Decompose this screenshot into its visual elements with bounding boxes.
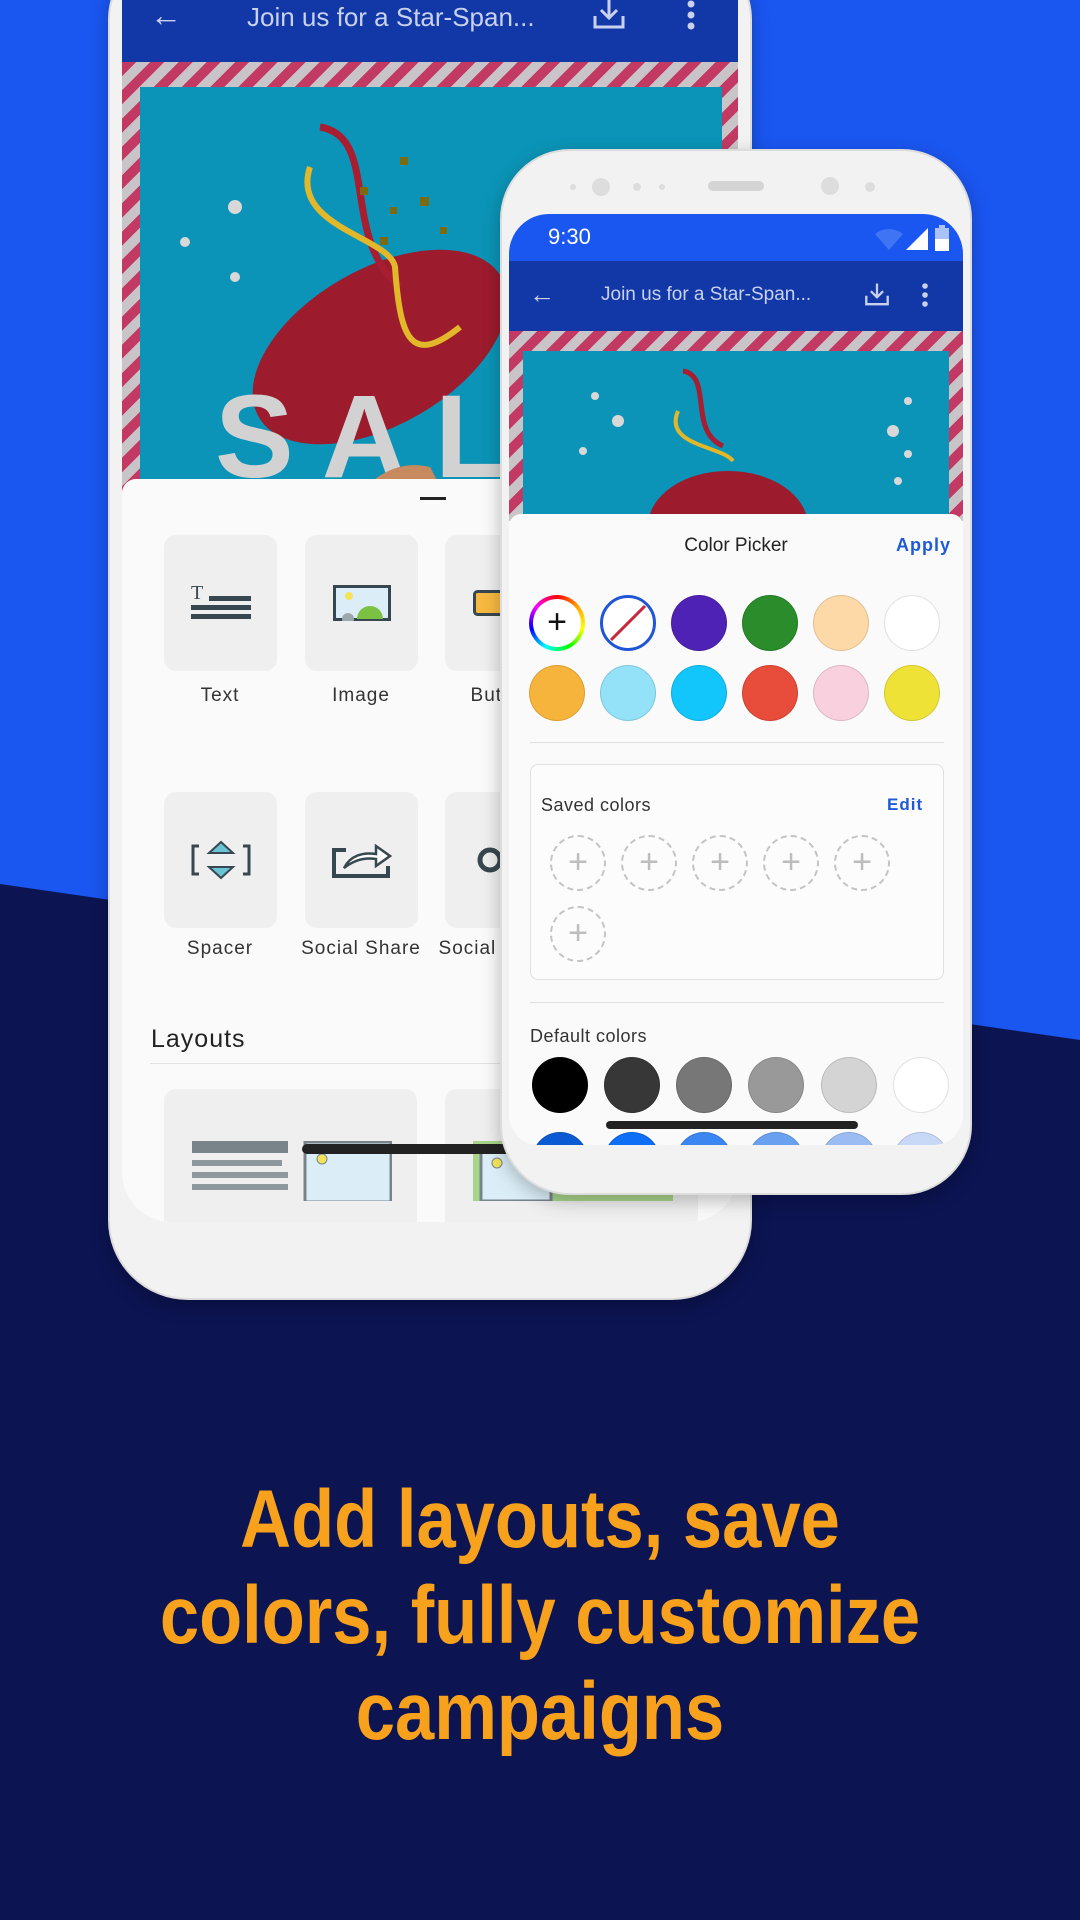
default-color-swatch[interactable] [532, 1132, 588, 1145]
color-picker-sheet: Color Picker Apply + Saved colors Edit +… [509, 514, 963, 1145]
no-color-swatch[interactable] [600, 595, 656, 651]
add-saved-color-button[interactable]: + [834, 835, 890, 891]
home-indicator [606, 1121, 858, 1129]
default-colors-label: Default colors [530, 1026, 648, 1046]
block-spacer[interactable] [164, 792, 277, 928]
default-color-swatch[interactable] [604, 1132, 660, 1145]
status-time: 9:30 [548, 224, 591, 249]
caption-line: Add layouts, save [240, 1474, 840, 1565]
no-color-icon [609, 604, 647, 642]
email-hero-image [523, 351, 949, 521]
add-saved-color-button[interactable]: + [692, 835, 748, 891]
caption-line: colors, fully customize [159, 1570, 921, 1661]
default-color-swatch[interactable] [748, 1057, 804, 1113]
back-button[interactable]: ← [529, 279, 555, 310]
caption-line: campaigns [355, 1666, 725, 1757]
front-phone: 9:30 ← Join us for a Star-Span... Color … [500, 149, 972, 1195]
color-swatch[interactable] [671, 595, 727, 651]
back-button[interactable]: ← [150, 0, 182, 31]
custom-color-button[interactable]: + [529, 595, 585, 651]
block-label: Text [200, 685, 240, 706]
phone-sensors [570, 177, 875, 196]
campaign-title: Join us for a Star-Span... [601, 284, 812, 305]
block-label: Social Share [301, 938, 421, 959]
more-vertical-icon[interactable] [686, 0, 696, 30]
spacer-block-icon [191, 840, 250, 880]
saved-colors-panel: Saved colors Edit + + + + + + [530, 764, 944, 980]
signal-icon [906, 228, 928, 250]
color-swatch[interactable] [671, 665, 727, 721]
add-saved-color-button[interactable]: + [550, 906, 606, 962]
social-share-icon [331, 843, 392, 878]
status-bar: 9:30 [509, 214, 963, 261]
app-bar: ← Join us for a Star-Span... [509, 261, 963, 331]
divider [530, 742, 944, 743]
default-color-swatch[interactable] [604, 1057, 660, 1113]
default-color-swatch[interactable] [676, 1057, 732, 1113]
add-saved-color-button[interactable]: + [763, 835, 819, 891]
promo-caption: Add layouts, save colors, fully customiz… [76, 1472, 1005, 1760]
default-color-swatch[interactable] [893, 1057, 949, 1113]
app-bar: ← Join us for a Star-Span... [122, 0, 738, 62]
color-swatch[interactable] [742, 665, 798, 721]
saved-colors-label: Saved colors [541, 795, 652, 815]
download-icon[interactable] [864, 282, 890, 308]
sheet-drag-handle[interactable] [420, 497, 446, 500]
color-swatch[interactable] [813, 665, 869, 721]
default-color-swatch[interactable] [748, 1132, 804, 1145]
default-color-swatch[interactable] [532, 1057, 588, 1113]
layout-text-image[interactable] [164, 1089, 417, 1222]
color-swatch[interactable] [529, 665, 585, 721]
wifi-icon [875, 228, 903, 250]
layouts-heading: Layouts [151, 1025, 246, 1053]
block-text[interactable]: T [164, 535, 277, 671]
edit-saved-colors-button[interactable]: Edit [887, 795, 923, 815]
battery-icon [935, 225, 949, 251]
download-icon[interactable] [592, 0, 626, 30]
text-block-icon: T [190, 583, 251, 619]
divider [530, 1002, 944, 1003]
svg-text:T: T [191, 583, 203, 604]
color-swatch[interactable] [884, 665, 940, 721]
campaign-title: Join us for a Star-Span... [247, 2, 535, 32]
color-swatch[interactable] [600, 665, 656, 721]
color-swatch[interactable] [742, 595, 798, 651]
front-phone-screen: 9:30 ← Join us for a Star-Span... Color … [509, 214, 963, 1145]
default-color-swatch[interactable] [893, 1132, 949, 1145]
image-block-icon [332, 585, 391, 621]
block-label: Image [332, 685, 390, 706]
block-image[interactable] [305, 535, 418, 671]
add-saved-color-button[interactable]: + [621, 835, 677, 891]
default-color-swatch[interactable] [821, 1057, 877, 1113]
apply-button[interactable]: Apply [896, 535, 951, 556]
more-vertical-icon[interactable] [921, 283, 929, 307]
color-picker-title: Color Picker [684, 535, 788, 556]
block-label: Spacer [186, 938, 254, 959]
default-color-swatch[interactable] [676, 1132, 732, 1145]
color-swatch[interactable] [813, 595, 869, 651]
color-swatch[interactable] [884, 595, 940, 651]
plus-icon: + [533, 599, 581, 647]
add-saved-color-button[interactable]: + [550, 835, 606, 891]
block-social-share[interactable] [305, 792, 418, 928]
default-color-swatch[interactable] [821, 1132, 877, 1145]
